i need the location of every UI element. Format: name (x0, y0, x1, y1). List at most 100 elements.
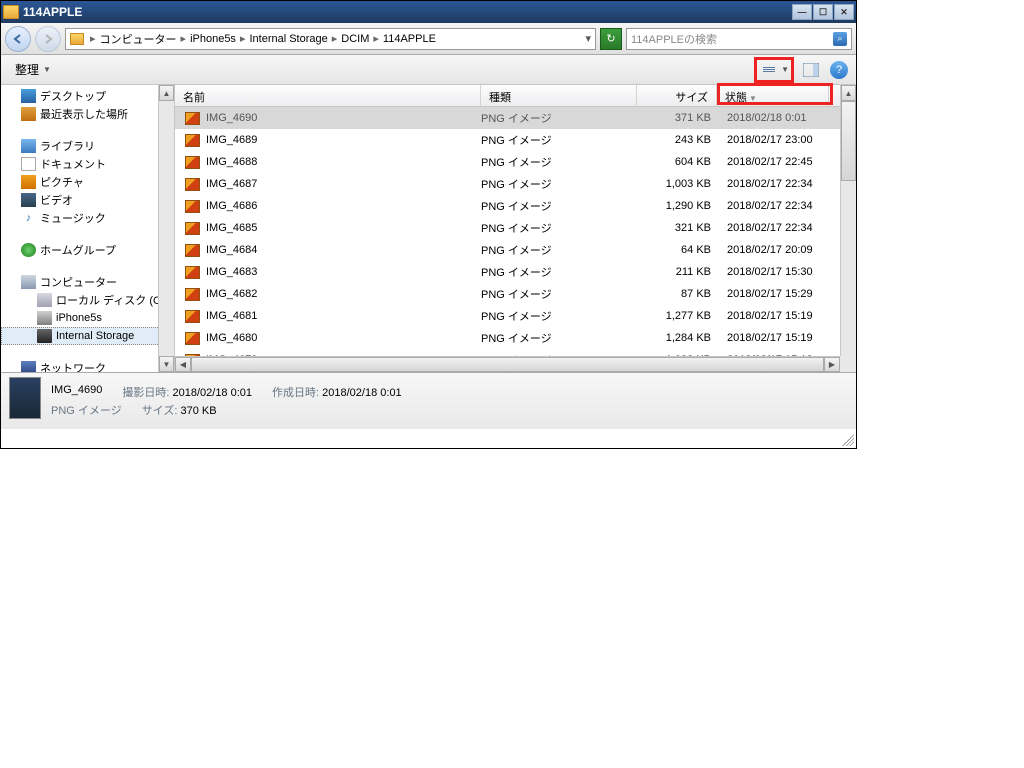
file-size: 1,003 KB (637, 178, 717, 190)
search-input[interactable]: 114APPLEの検索 ⌕ (626, 28, 852, 50)
arrow-right-icon (42, 33, 54, 45)
minimize-button[interactable]: — (792, 4, 812, 20)
help-button[interactable]: ? (830, 61, 848, 79)
file-size: 371 KB (637, 112, 717, 124)
image-file-icon (185, 332, 200, 345)
titlebar[interactable]: 114APPLE — ☐ ✕ (1, 1, 856, 23)
chevron-down-icon[interactable]: ▾ (585, 32, 591, 45)
file-row[interactable]: IMG_4684PNG イメージ64 KB2018/02/17 20:09 (175, 239, 856, 261)
breadcrumb-item[interactable]: 114APPLE (383, 33, 436, 45)
chevron-right-icon[interactable]: ▸ (330, 32, 340, 45)
file-name: IMG_4683 (206, 266, 257, 278)
folder-icon (70, 33, 84, 45)
organize-button[interactable]: 整理 ▼ (9, 59, 57, 80)
disk-icon (37, 293, 52, 307)
scroll-right-icon[interactable]: ▶ (824, 357, 840, 372)
image-file-icon (185, 112, 200, 125)
scroll-up-icon[interactable]: ▲ (841, 85, 856, 101)
image-file-icon (185, 288, 200, 301)
tree-item-desktop[interactable]: デスクトップ (1, 87, 174, 105)
chevron-right-icon[interactable]: ▸ (88, 32, 98, 45)
chevron-right-icon[interactable]: ▸ (238, 32, 248, 45)
file-date: 2018/02/17 15:30 (717, 266, 829, 278)
window-title: 114APPLE (23, 5, 792, 19)
file-type: PNG イメージ (481, 176, 637, 192)
scroll-thumb[interactable] (191, 357, 824, 372)
breadcrumb-item[interactable]: Internal Storage (249, 33, 327, 45)
storage-icon (37, 329, 52, 343)
file-row[interactable]: IMG_4690PNG イメージ371 KB2018/02/18 0:01 (175, 107, 856, 129)
file-list[interactable]: IMG_4690PNG イメージ371 KB2018/02/18 0:01IMG… (175, 107, 856, 372)
scroll-thumb[interactable] (841, 101, 856, 181)
scroll-up-icon[interactable]: ▲ (159, 85, 174, 101)
file-row[interactable]: IMG_4687PNG イメージ1,003 KB2018/02/17 22:34 (175, 173, 856, 195)
phone-icon (37, 311, 52, 325)
recent-icon (21, 107, 36, 121)
tree-item-videos[interactable]: ビデオ (1, 191, 174, 209)
library-icon (21, 139, 36, 153)
file-row[interactable]: IMG_4685PNG イメージ321 KB2018/02/17 22:34 (175, 217, 856, 239)
file-row[interactable]: IMG_4686PNG イメージ1,290 KB2018/02/17 22:34 (175, 195, 856, 217)
tree-item-network[interactable]: ネットワーク (1, 359, 174, 372)
tree-item-pictures[interactable]: ピクチャ (1, 173, 174, 191)
back-button[interactable] (5, 26, 31, 52)
command-toolbar: 整理 ▼ ▼ ? (1, 55, 856, 85)
breadcrumb-item[interactable]: iPhone5s (190, 33, 236, 45)
column-header-type[interactable]: 種類 (481, 85, 637, 106)
view-mode-button[interactable] (759, 61, 779, 79)
breadcrumb-item[interactable]: DCIM (341, 33, 369, 45)
file-name: IMG_4686 (206, 200, 257, 212)
file-type: PNG イメージ (481, 132, 637, 148)
file-type: PNG イメージ (481, 330, 637, 346)
file-size: 1,277 KB (637, 310, 717, 322)
tree-scrollbar[interactable]: ▲ ▼ (158, 85, 174, 372)
chevron-down-icon[interactable]: ▼ (781, 65, 789, 74)
scroll-down-icon[interactable]: ▼ (159, 356, 174, 372)
preview-pane-button[interactable] (800, 59, 822, 81)
close-button[interactable]: ✕ (834, 4, 854, 20)
size-label: サイズ: (142, 405, 178, 417)
file-name: IMG_4684 (206, 244, 257, 256)
breadcrumb-root[interactable]: コンピューター (100, 31, 177, 47)
tree-item-computer[interactable]: コンピューター (1, 273, 174, 291)
tree-item-iphone[interactable]: iPhone5s (1, 309, 174, 327)
size-value: 370 KB (180, 405, 216, 417)
tree-item-storage[interactable]: Internal Storage (1, 327, 174, 345)
tree-item-homegroup[interactable]: ホームグループ (1, 241, 174, 259)
file-row[interactable]: IMG_4682PNG イメージ87 KB2018/02/17 15:29 (175, 283, 856, 305)
column-header-name[interactable]: 名前 (175, 85, 481, 106)
scroll-left-icon[interactable]: ◀ (175, 357, 191, 372)
tree-item-recent[interactable]: 最近表示した場所 (1, 105, 174, 123)
file-row[interactable]: IMG_4681PNG イメージ1,277 KB2018/02/17 15:19 (175, 305, 856, 327)
tree-item-documents[interactable]: ドキュメント (1, 155, 174, 173)
file-type: PNG イメージ (481, 220, 637, 236)
file-row[interactable]: IMG_4688PNG イメージ604 KB2018/02/17 22:45 (175, 151, 856, 173)
file-row[interactable]: IMG_4683PNG イメージ211 KB2018/02/17 15:30 (175, 261, 856, 283)
refresh-button[interactable]: ↻ (600, 28, 622, 50)
preview-pane-icon (803, 63, 819, 77)
column-header-size[interactable]: サイズ (637, 85, 717, 106)
view-mode-highlight: ▼ (754, 57, 794, 83)
chevron-right-icon[interactable]: ▸ (371, 32, 381, 45)
chevron-right-icon[interactable]: ▸ (179, 32, 189, 45)
file-row[interactable]: IMG_4689PNG イメージ243 KB2018/02/17 23:00 (175, 129, 856, 151)
address-bar[interactable]: ▸ コンピューター ▸ iPhone5s ▸ Internal Storage … (65, 28, 596, 50)
file-size: 64 KB (637, 244, 717, 256)
column-header-date[interactable]: 状態▼ (717, 85, 829, 106)
resize-grip[interactable] (842, 434, 854, 446)
file-date: 2018/02/17 20:09 (717, 244, 829, 256)
maximize-button[interactable]: ☐ (813, 4, 833, 20)
tree-item-library[interactable]: ライブラリ (1, 137, 174, 155)
image-file-icon (185, 156, 200, 169)
file-date: 2018/02/18 0:01 (717, 112, 829, 124)
tree-item-localdisk[interactable]: ローカル ディスク (C (1, 291, 174, 309)
vertical-scrollbar[interactable]: ▲ (840, 85, 856, 356)
tree-item-music[interactable]: ♪ミュージック (1, 209, 174, 227)
file-size: 243 KB (637, 134, 717, 146)
file-type: PNG イメージ (481, 154, 637, 170)
file-row[interactable]: IMG_4680PNG イメージ1,284 KB2018/02/17 15:19 (175, 327, 856, 349)
image-file-icon (185, 178, 200, 191)
forward-button[interactable] (35, 26, 61, 52)
thumbnail-icon (9, 377, 41, 419)
horizontal-scrollbar[interactable]: ◀ ▶ (175, 356, 840, 372)
